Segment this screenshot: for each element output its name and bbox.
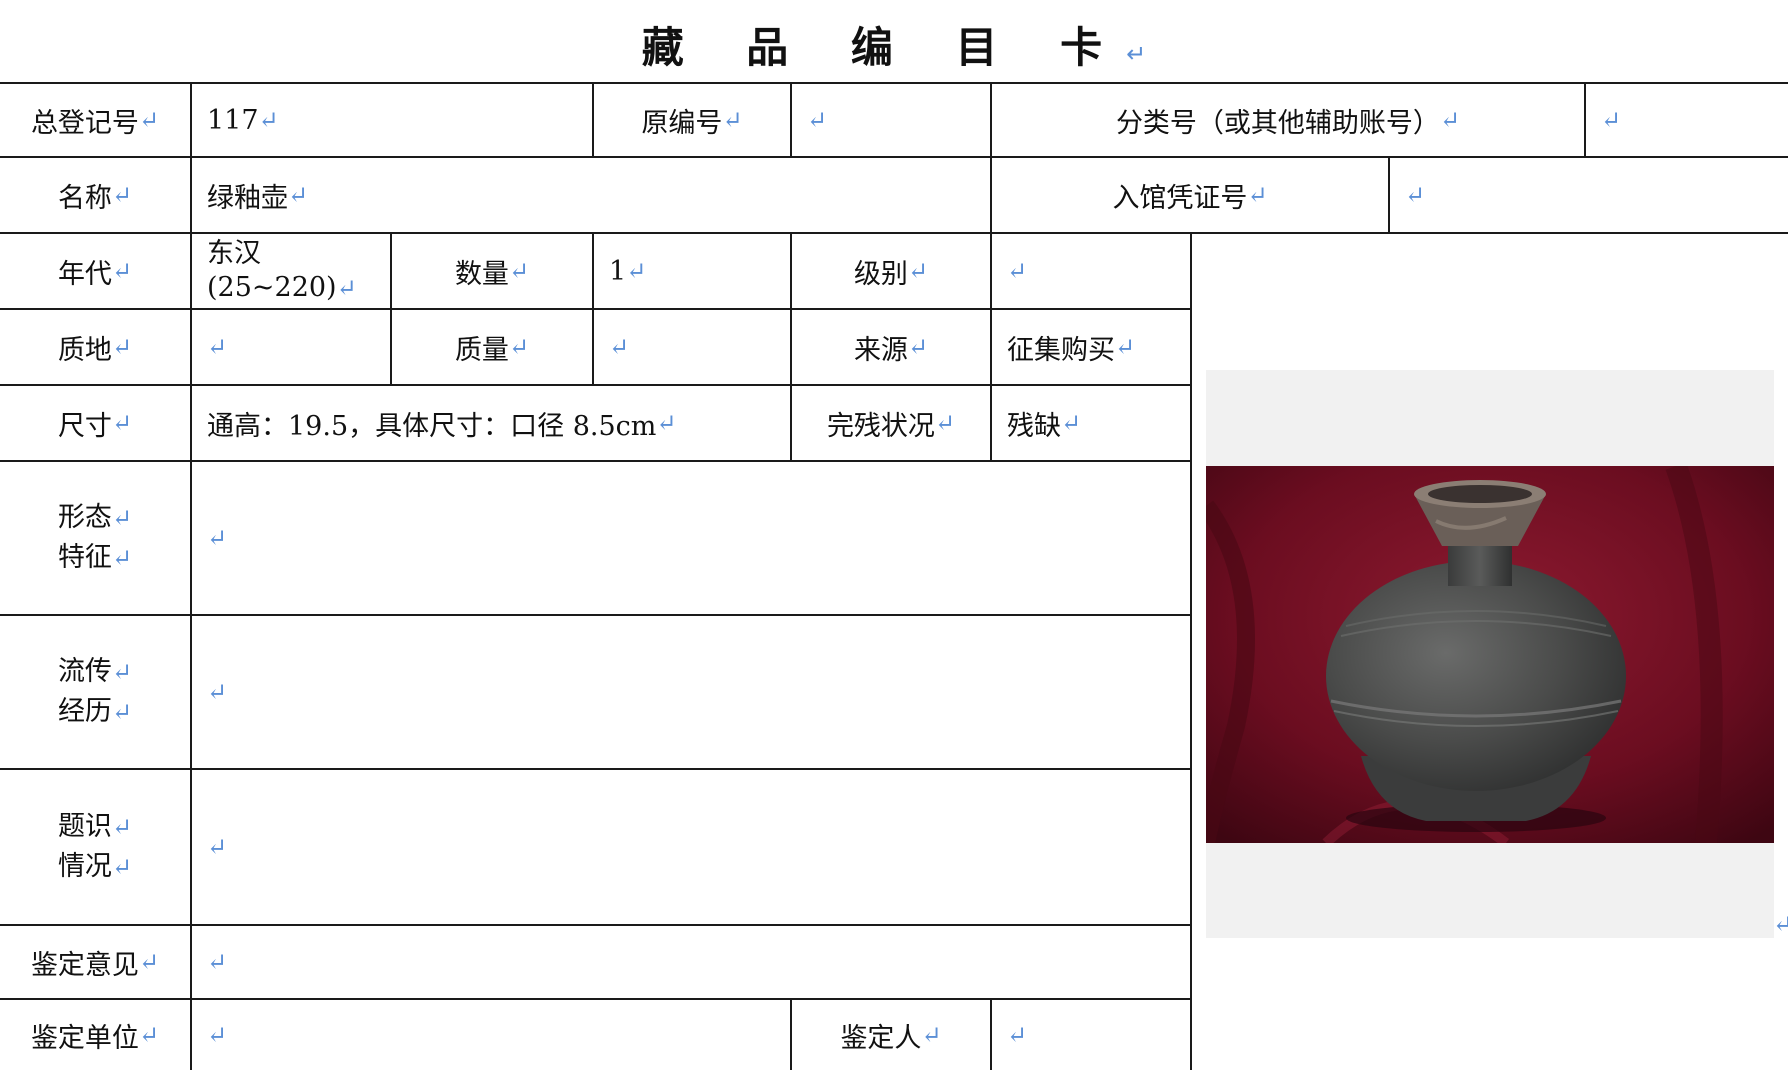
vase-image (1206, 466, 1774, 843)
label-provenance: 流传↵ 经历↵ (57, 656, 133, 727)
paragraph-mark-icon: ↵ (111, 658, 133, 686)
paragraph-mark-icon: ↵ (508, 333, 530, 361)
value-material: ↵ (192, 310, 390, 384)
label-appraisal-unit: 鉴定单位 ↵ (30, 1021, 160, 1054)
paragraph-mark-icon: ↵ (111, 504, 133, 532)
paragraph-mark-icon: ↵ (288, 181, 309, 209)
value-era-dynasty: 东汉 (207, 238, 261, 269)
value-appraisal-unit: ↵ (192, 1000, 790, 1070)
paragraph-mark-icon: ↵ (656, 409, 677, 437)
paragraph-mark-icon: ↵ (207, 948, 228, 976)
paragraph-mark-icon: ↵ (626, 257, 647, 285)
label-material: 质地 ↵ (57, 333, 133, 366)
paragraph-mark-icon: ↵ (111, 544, 133, 572)
value-entry-voucher-no: ↵ (1390, 158, 1788, 232)
label-inscriptions: 题识↵ 情况↵ (57, 811, 133, 882)
paragraph-mark-icon: ↵ (609, 333, 630, 361)
paragraph-mark-icon: ↵ (207, 678, 228, 706)
paragraph-mark-icon: ↵ (1126, 40, 1147, 68)
paragraph-mark-icon: ↵ (1601, 106, 1622, 134)
value-era-years: (25~220)↵ (207, 272, 357, 303)
photo-frame (1206, 370, 1774, 938)
paragraph-mark-icon: ↵ (258, 106, 279, 134)
label-grade: 级别 ↵ (853, 257, 929, 290)
value-provenance: ↵ (192, 616, 1190, 768)
paragraph-mark-icon: ↵ (1247, 181, 1268, 209)
label-form-features: 形态↵ 特征↵ (57, 502, 133, 573)
label-classification-no: 分类号（或其他辅助账号） ↵ (1115, 106, 1461, 139)
paragraph-mark-icon: ↵ (1007, 257, 1028, 285)
paragraph-mark-icon: ↵ (807, 106, 828, 134)
paragraph-mark-icon: ↵ (207, 1021, 228, 1049)
value-original-no: ↵ (792, 84, 990, 156)
paragraph-mark-icon: ↵ (921, 1021, 942, 1049)
value-condition: 残缺 ↵ (1007, 409, 1082, 442)
paragraph-mark-icon: ↵ (1773, 910, 1788, 938)
paragraph-mark-icon: ↵ (207, 833, 228, 861)
value-grade: ↵ (992, 234, 1190, 308)
label-appraiser: 鉴定人 ↵ (840, 1021, 942, 1054)
label-appraisal-opinion: 鉴定意见 ↵ (30, 948, 160, 981)
paragraph-mark-icon: ↵ (207, 333, 228, 361)
value-source: 征集购买 ↵ (1007, 333, 1136, 366)
value-quantity: 1 ↵ (609, 255, 647, 287)
pottery-vase-photo (1206, 466, 1774, 843)
paragraph-mark-icon: ↵ (111, 853, 133, 881)
value-total-register-no: 117 ↵ (207, 104, 279, 136)
label-source: 来源 ↵ (853, 333, 929, 366)
paragraph-mark-icon: ↵ (207, 524, 228, 552)
label-original-no: 原编号 ↵ (641, 106, 743, 139)
label-era: 年代 ↵ (57, 257, 133, 290)
value-classification-no: ↵ (1586, 84, 1788, 156)
paragraph-mark-icon: ↵ (111, 409, 133, 437)
label-total-register-no: 总登记号 ↵ (30, 106, 160, 139)
paragraph-mark-icon: ↵ (907, 257, 929, 285)
paragraph-mark-icon: ↵ (722, 106, 743, 134)
paragraph-mark-icon: ↵ (111, 257, 133, 285)
label-name: 名称 ↵ (57, 181, 133, 214)
paragraph-mark-icon: ↵ (907, 333, 929, 361)
label-weight: 质量 ↵ (454, 333, 530, 366)
label-dimensions: 尺寸 ↵ (57, 409, 133, 442)
paragraph-mark-icon: ↵ (111, 181, 133, 209)
value-form-features: ↵ (192, 462, 1190, 614)
paragraph-mark-icon: ↵ (138, 948, 160, 976)
value-appraiser: ↵ (992, 1000, 1190, 1070)
paragraph-mark-icon: ↵ (1061, 409, 1082, 437)
paragraph-mark-icon: ↵ (138, 106, 160, 134)
label-entry-voucher-no: 入馆凭证号 ↵ (1112, 181, 1268, 214)
paragraph-mark-icon: ↵ (111, 813, 133, 841)
paragraph-mark-icon: ↵ (1439, 106, 1461, 134)
value-weight: ↵ (594, 310, 790, 384)
paragraph-mark-icon: ↵ (138, 1021, 160, 1049)
paragraph-mark-icon: ↵ (336, 274, 357, 302)
value-dimensions: 通高：19.5，具体尺寸：口径 8.5cm ↵ (207, 409, 677, 442)
paragraph-mark-icon: ↵ (934, 409, 956, 437)
paragraph-mark-icon: ↵ (1007, 1021, 1028, 1049)
value-name: 绿釉壶 ↵ (207, 181, 309, 214)
value-era: 东汉 (25~220)↵ (192, 234, 390, 308)
label-condition: 完残状况 ↵ (826, 409, 956, 442)
paragraph-mark-icon: ↵ (111, 333, 133, 361)
card-title: 藏 品 编 目 卡↵ (641, 23, 1147, 72)
paragraph-mark-icon: ↵ (1115, 333, 1136, 361)
paragraph-mark-icon: ↵ (1405, 181, 1426, 209)
paragraph-mark-icon: ↵ (111, 698, 133, 726)
value-inscriptions: ↵ (192, 770, 1190, 924)
value-appraisal-opinion: ↵ (192, 926, 1190, 998)
paragraph-mark-icon: ↵ (508, 257, 530, 285)
label-quantity: 数量 ↵ (454, 257, 530, 290)
